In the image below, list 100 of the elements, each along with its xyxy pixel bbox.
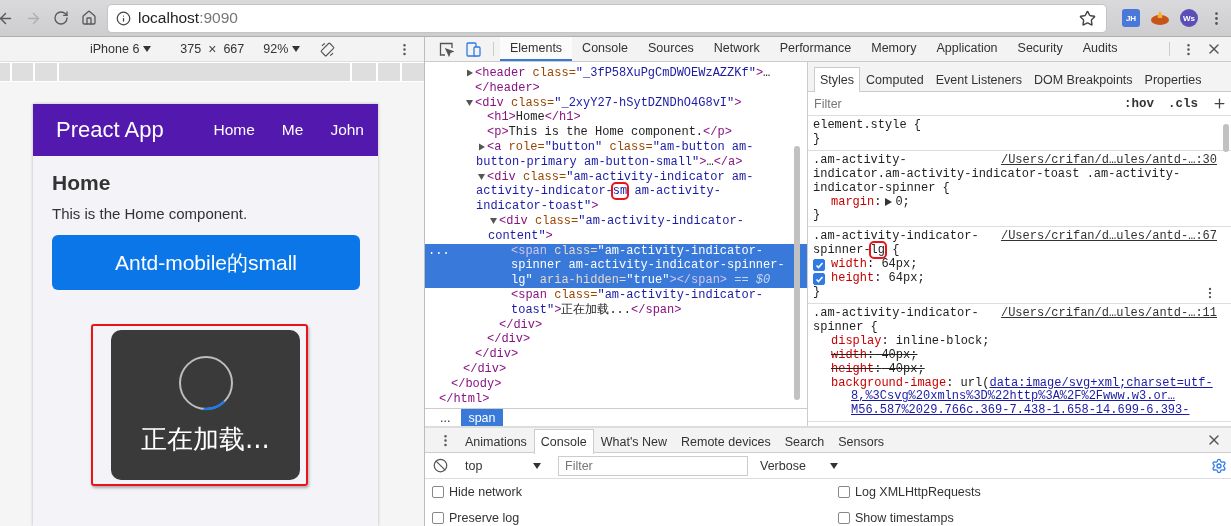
dom-node-text[interactable]: <div class="_2xyY27-hSytDZNDhO4G8vI">	[475, 95, 742, 111]
panel-tab[interactable]: Memory	[861, 37, 927, 61]
context-select[interactable]: top	[461, 458, 545, 473]
dom-closing-tag[interactable]: </div>	[475, 347, 519, 362]
panel-tab[interactable]: Sources	[638, 37, 704, 61]
dom-node-text[interactable]: indicator-toast">	[476, 199, 599, 214]
css-selector: element.style {	[813, 119, 923, 133]
dom-node-text[interactable]: <span class="am-activity-indicator-	[511, 287, 764, 303]
dom-node-text[interactable]: activity-indicator-sm am-activity-	[476, 184, 721, 200]
drawer-tab[interactable]: Remote devices	[674, 429, 778, 454]
primary-button[interactable]: Antd-mobile的small	[52, 235, 360, 290]
dom-node-text[interactable]: spinner am-activity-indicator-spinner-	[511, 258, 785, 274]
times-sign: ×	[208, 41, 217, 57]
checkbox-label[interactable]: Show timestamps	[855, 511, 954, 525]
add-rule-icon[interactable]	[1212, 96, 1227, 111]
panel-tab[interactable]: Audits	[1072, 37, 1128, 61]
sidebar-tab[interactable]: Styles	[814, 67, 861, 92]
dom-closing-tag[interactable]: </div>	[463, 361, 507, 377]
dom-node-text[interactable]: <h1>Home</h1>	[487, 110, 581, 126]
device-icon	[466, 41, 481, 57]
clear-icon[interactable]	[433, 458, 448, 473]
device-select[interactable]: iPhone 6	[90, 42, 152, 56]
sidebar-tab[interactable]: Computed	[860, 67, 930, 92]
data-url-link[interactable]: 8,%3Csvg%20xmlns%3D%22http%3A%2F%2Fwww.w3.or…	[851, 390, 1176, 405]
filter-field[interactable]: Filter	[814, 96, 1110, 111]
checkbox-label[interactable]: Preserve log	[449, 511, 520, 525]
loading-text: 正在加载...	[141, 423, 270, 456]
source-link[interactable]: /Users/crifan/d…ules/antd-…:67	[1000, 230, 1217, 245]
checkbox[interactable]	[432, 512, 444, 524]
property-checkbox[interactable]	[813, 273, 825, 285]
hover-state-toggle[interactable]: :hov	[1123, 96, 1154, 111]
panel-tab[interactable]: Application	[926, 37, 1008, 61]
panel-tab[interactable]: Console	[572, 37, 638, 61]
extension-button[interactable]: JH	[1122, 9, 1140, 27]
class-toggle[interactable]: .cls	[1168, 96, 1198, 111]
css-value: 40px;	[880, 348, 918, 363]
level-select[interactable]: Verbose	[754, 457, 844, 474]
expand-triangle-icon[interactable]	[883, 195, 894, 208]
settings-icon[interactable]	[1211, 457, 1227, 474]
flame-icon[interactable]	[1150, 10, 1170, 26]
css-selector: spinner {	[813, 320, 879, 335]
drawer-tab[interactable]: Sensors	[831, 429, 892, 454]
css-value: 64px;	[880, 258, 918, 272]
dom-node-text[interactable]: toast">正在加载...</span>	[511, 302, 682, 318]
breadcrumb-item[interactable]: span	[461, 409, 503, 426]
dom-node-text[interactable]: button-primary am-button-small">…</a>	[476, 154, 743, 170]
dom-closing-tag[interactable]: </html>	[439, 391, 490, 407]
dom-node-text[interactable]: <div class="am-activity-indicator-	[499, 213, 744, 229]
drawer-tab[interactable]: Console	[533, 429, 594, 454]
data-url-link[interactable]: M56.587%2029.766c.369-7.438-1.658-14.699-6.393-	[851, 404, 1190, 419]
address-field[interactable]: localhost:9090	[108, 4, 1106, 32]
sidebar-tab[interactable]: Properties	[1138, 67, 1208, 92]
css-value: url(	[959, 376, 990, 390]
scrollbar-thumb[interactable]	[1223, 124, 1229, 152]
drawer-tab[interactable]: Search	[777, 429, 832, 454]
dom-node-text[interactable]: lg" aria-hidden="true"></span> == $0	[511, 273, 771, 288]
sidebar-tab[interactable]: Event Listeners	[929, 67, 1028, 92]
source-link[interactable]: /Users/crifan/d…ules/antd-…:11	[1000, 306, 1217, 321]
nav-link[interactable]: Me	[281, 121, 304, 139]
source-link[interactable]: /Users/crifan/d…ules/antd-…:30	[1000, 153, 1217, 168]
dom-node-text[interactable]: <header class="_3fP58XuPgCmDWOEWzAZZKf">…	[475, 66, 771, 81]
dom-closing-tag[interactable]: </div>	[499, 317, 543, 333]
dom-closing-tag[interactable]: </header>	[475, 80, 540, 96]
scrollbar-thumb[interactable]	[794, 146, 800, 400]
drawer-tab[interactable]: Animations	[458, 429, 534, 454]
checkbox[interactable]	[838, 512, 850, 524]
css-declaration: height:	[831, 362, 882, 377]
dom-node-text[interactable]: <span class="am-activity-indicator-	[511, 243, 764, 259]
zoom-select[interactable]: 92%	[263, 42, 301, 56]
dom-closing-tag[interactable]: </body>	[451, 376, 502, 392]
dom-closing-tag[interactable]: </div>	[487, 332, 531, 348]
panel-tab[interactable]: Network	[703, 37, 770, 61]
extension-button[interactable]: Ws	[1180, 9, 1198, 27]
width-field[interactable]: 375	[180, 42, 202, 56]
property-checkbox[interactable]	[813, 259, 825, 272]
filter-field[interactable]: Filter	[558, 455, 748, 476]
panel-tab[interactable]: Elements	[500, 37, 573, 61]
app-title: Preact App	[56, 117, 165, 143]
nav-link[interactable]: Home	[213, 121, 255, 139]
dom-node-text[interactable]: content">	[488, 228, 553, 244]
checkbox[interactable]	[432, 486, 444, 498]
checkbox-label[interactable]: Hide network	[449, 485, 522, 499]
nav-link[interactable]: John	[330, 121, 364, 139]
home-icon	[81, 10, 97, 26]
home-button[interactable]	[80, 9, 98, 27]
sidebar-tab[interactable]: DOM Breakpoints	[1027, 67, 1139, 92]
dom-node-text[interactable]: <a role="button" class="am-button am-	[487, 140, 754, 155]
drawer-tab[interactable]: What's New	[593, 429, 674, 454]
dom-node-text[interactable]: <div class="am-activity-indicator am-	[487, 169, 754, 185]
data-url-link[interactable]: data:image/svg+xml;charset=utf-	[989, 376, 1213, 391]
breadcrumb-item[interactable]: ...	[433, 409, 458, 426]
panel-tab[interactable]: Performance	[769, 37, 862, 61]
dom-node-text[interactable]: <p>This is the Home component.</p>	[487, 125, 732, 140]
spinner-icon	[176, 354, 235, 412]
checkbox[interactable]	[838, 486, 850, 498]
reload-button[interactable]	[52, 9, 70, 27]
rotate-icon[interactable]	[320, 41, 336, 57]
checkbox-label[interactable]: Log XMLHttpRequests	[855, 485, 981, 499]
panel-tab[interactable]: Security	[1007, 37, 1073, 61]
height-field[interactable]: 667	[223, 42, 245, 56]
